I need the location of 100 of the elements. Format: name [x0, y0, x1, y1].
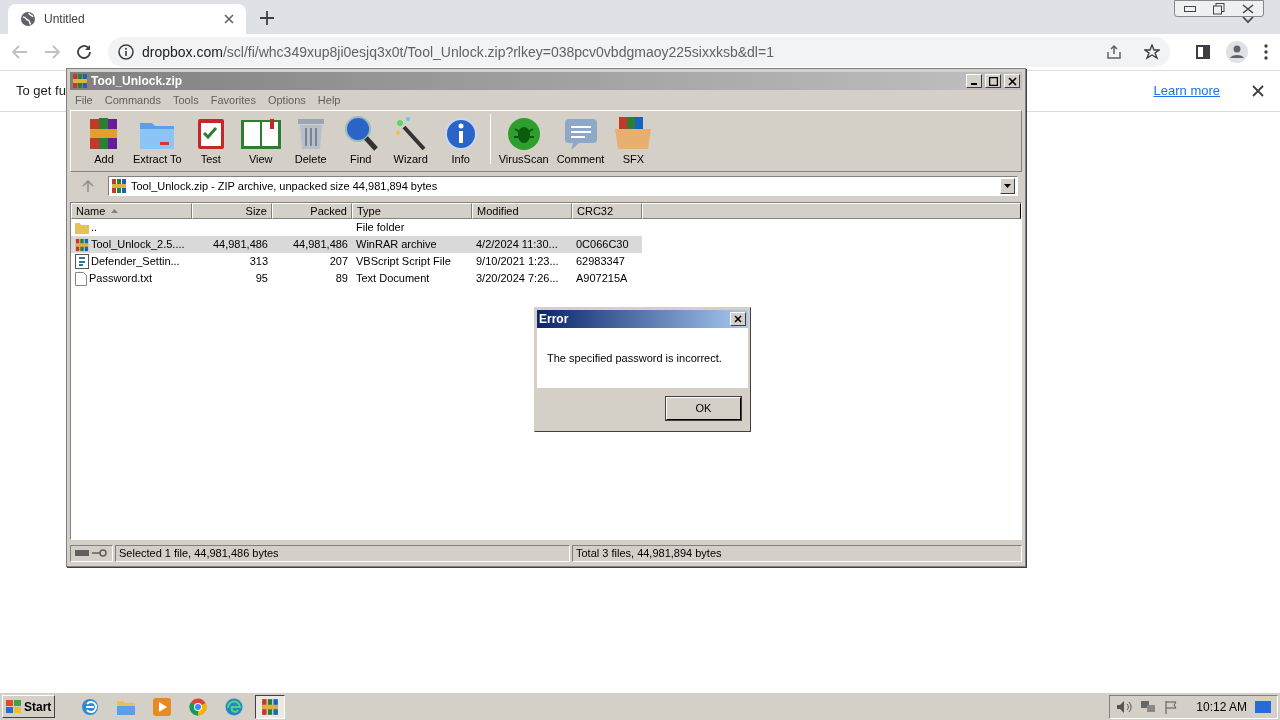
script-file-icon [75, 254, 89, 269]
ok-button[interactable]: OK [666, 397, 741, 420]
close-icon[interactable] [1242, 3, 1255, 14]
toolbar-button[interactable]: Extract To [129, 113, 186, 167]
magnifier-icon [343, 114, 378, 151]
browser-tab[interactable]: Untitled [8, 4, 246, 34]
caret-icon [1004, 184, 1011, 188]
info-icon [118, 44, 134, 60]
toolbar-button[interactable]: Add [79, 113, 129, 167]
maximize-button[interactable] [985, 74, 1001, 88]
table-cell-text: 313 [249, 254, 268, 270]
book-icon [239, 116, 282, 151]
menu-item[interactable]: Help [312, 91, 346, 109]
column-header[interactable]: CRC32 [572, 203, 642, 219]
url-text: dropbox.com/scl/fi/whc349xup8ji0esjq3x0t/Tool_Unlock.zip?rlkey=038pcv0vbdgmaoy225sixxksb&dl=1 [142, 42, 775, 62]
profile-avatar-icon[interactable] [1226, 41, 1248, 63]
network-icon[interactable] [1140, 699, 1157, 714]
toolbar-button[interactable]: Info [435, 113, 486, 167]
table-cell-text: Defender_Settin... [91, 254, 180, 270]
minimize-icon [971, 82, 977, 85]
info-icon [443, 116, 478, 151]
menu-item[interactable]: Options [262, 91, 311, 109]
table-cell-text: 44,981,486 [292, 237, 348, 253]
folder-icon [75, 221, 89, 234]
dialog-message: The specified password is incorrect. [547, 350, 722, 366]
tab-title: Untitled [44, 11, 86, 28]
toolbar-button[interactable]: SFX [608, 113, 659, 167]
show-desktop-icon[interactable] [1255, 699, 1271, 714]
column-header[interactable]: Name [71, 203, 192, 219]
side-panel-icon[interactable] [1196, 45, 1210, 59]
column-header[interactable]: Modified [472, 203, 572, 219]
close-button[interactable] [1004, 74, 1020, 88]
table-cell-text: 3/20/2024 7:26... [476, 271, 559, 287]
toolbar-button[interactable]: Wizard [385, 113, 436, 167]
close-button[interactable] [730, 312, 746, 326]
flag-icon[interactable] [1164, 699, 1179, 714]
menu-item[interactable]: File [70, 91, 98, 109]
toolbar-button[interactable]: VirusScan [494, 113, 553, 167]
speech-bubble-icon [562, 116, 599, 151]
menu-icon[interactable] [1264, 44, 1268, 60]
close-icon [1007, 76, 1017, 86]
table-cell-text: 62983347 [576, 254, 625, 270]
menu-item[interactable]: Commands [99, 91, 166, 109]
table-cell-text: Password.txt [89, 271, 152, 287]
archive-icon [261, 697, 280, 716]
minimize-icon[interactable] [1183, 5, 1196, 12]
column-header[interactable]: Type [352, 203, 472, 219]
star-icon[interactable] [1144, 44, 1160, 60]
drive-icon [75, 549, 89, 557]
table-cell-text: 4/2/2024 11:30... [476, 237, 558, 253]
toolbar-button[interactable]: View [235, 113, 286, 167]
table-cell-text: .. [91, 220, 98, 236]
chevron-down-icon[interactable] [1242, 16, 1254, 24]
clock: 10:12 AM [1196, 698, 1247, 716]
dialog-title: Error [539, 311, 570, 328]
globe-icon [20, 11, 36, 27]
menu-item[interactable]: Tools [168, 91, 204, 109]
minimize-button[interactable] [966, 74, 982, 88]
reload-icon[interactable] [76, 44, 92, 60]
close-icon[interactable] [1252, 85, 1264, 97]
column-header[interactable]: Packed [272, 203, 352, 219]
restore-icon[interactable] [1213, 2, 1225, 15]
new-tab-icon[interactable] [260, 11, 274, 25]
table-cell-text: Text Document [356, 271, 430, 287]
table-cell-text: A907215A [576, 271, 628, 287]
bug-icon [506, 116, 541, 151]
magic-wand-icon [393, 114, 428, 151]
windows-logo-icon [6, 699, 22, 714]
maximize-icon [988, 76, 998, 86]
chrome-icon [189, 697, 208, 716]
sort-arrow-icon [111, 209, 119, 213]
speaker-icon[interactable] [1116, 699, 1133, 714]
learn-more-link[interactable]: Learn more [1153, 81, 1220, 101]
table-cell-text: VBScript Script File [356, 254, 451, 270]
key-icon [92, 549, 108, 557]
toolbar-button[interactable]: Test [185, 113, 236, 167]
close-icon[interactable] [224, 14, 234, 24]
table-cell-text: 207 [329, 254, 348, 270]
status-text: Total 3 files, 44,981,894 bytes [572, 544, 1022, 562]
path-field[interactable]: Tool_Unlock.zip - ZIP archive, unpacked size 44,981,894 bytes [108, 176, 1018, 196]
table-cell-text: 89 [335, 271, 348, 287]
menu-item[interactable]: Favorites [205, 91, 261, 109]
table-cell-text: WinRAR archive [356, 237, 437, 253]
dropdown-button[interactable] [1000, 178, 1015, 194]
globe-e-icon [81, 697, 100, 716]
box-icon [613, 114, 654, 151]
table-cell-text: 0C066C30 [576, 237, 629, 253]
toolbar-button[interactable]: Comment [552, 113, 609, 167]
toolbar-button[interactable]: Delete [285, 113, 336, 167]
share-icon[interactable] [1106, 44, 1122, 60]
table-cell-text: 9/10/2021 1:23... [476, 254, 559, 270]
file-row[interactable]: Tool_Unlock_2.5.... 44,981,486 44,981,486 WinRAR archive 4/2/2024 11:30... 0C066C30 [71, 236, 642, 253]
taskbar-app-button[interactable] [255, 694, 286, 719]
column-header[interactable]: Size [192, 203, 272, 219]
start-button[interactable]: Start [2, 695, 56, 718]
toolbar-button[interactable]: Find [335, 113, 386, 167]
window-title: Tool_Unlock.zip [91, 73, 184, 90]
address-bar[interactable]: dropbox.com/scl/fi/whc349xup8ji0esjq3x0t/Tool_Unlock.zip?rlkey=038pcv0vbdgmaoy225sixxksb&dl=1 [108, 37, 1170, 67]
edge-icon [225, 697, 244, 716]
table-cell-text: File folder [356, 220, 405, 236]
